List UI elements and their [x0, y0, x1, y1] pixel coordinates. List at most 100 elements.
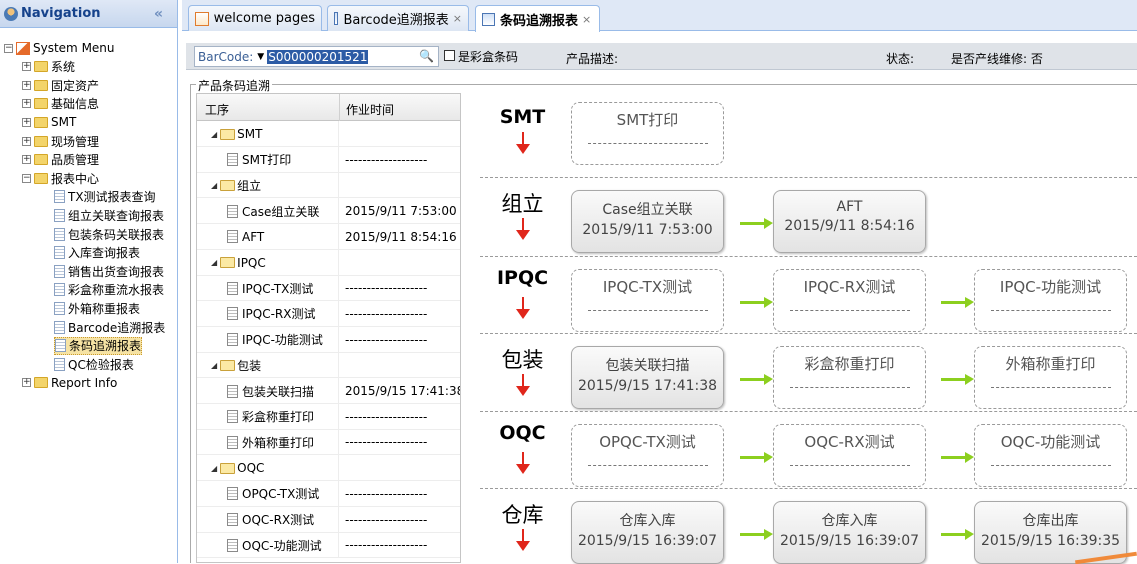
- flow-lane: OQC OPQC-TX测试 OQC-RX测试 OQC-功能测试: [480, 412, 1137, 489]
- flow-lane: IPQC IPQC-TX测试 IPQC-RX测试 IPQC-功能测试: [480, 257, 1137, 334]
- dropdown-arrow-icon[interactable]: ▼: [257, 52, 264, 62]
- step-box[interactable]: SMT打印: [571, 102, 724, 165]
- grid-row[interactable]: ◢ OQC: [197, 455, 460, 482]
- grid-row[interactable]: ◢ 包装: [197, 352, 460, 379]
- step-box[interactable]: 包装关联扫描 2015/9/15 17:41:38: [571, 346, 724, 409]
- grid-row[interactable]: OPQC-TX测试 -------------------: [197, 480, 460, 507]
- expand-arrow-icon[interactable]: ◢: [211, 181, 217, 190]
- step-box[interactable]: IPQC-功能测试: [974, 269, 1127, 332]
- close-icon[interactable]: ×: [582, 13, 591, 26]
- grid-row[interactable]: OQC-RX测试 -------------------: [197, 506, 460, 533]
- tree-report-item[interactable]: 包装条码关联报表: [54, 225, 164, 243]
- tree-report-item[interactable]: 入库查询报表: [54, 244, 140, 262]
- tree-report-item[interactable]: 外箱称重报表: [54, 299, 140, 317]
- tree-report-item[interactable]: TX测试报表查询: [54, 188, 156, 206]
- tree-item[interactable]: + Report Info: [22, 374, 117, 392]
- expand-arrow-icon[interactable]: ◢: [211, 361, 217, 370]
- expand-toggle-icon[interactable]: +: [22, 155, 31, 165]
- expand-toggle-icon[interactable]: +: [22, 99, 31, 109]
- collapse-icon[interactable]: «: [154, 6, 163, 22]
- report-icon: [54, 264, 65, 278]
- grid-row[interactable]: SMT打印 -------------------: [197, 146, 460, 173]
- expand-toggle-icon[interactable]: +: [22, 378, 31, 388]
- grid-cell-process: IPQC-功能测试: [197, 326, 339, 353]
- step-time: [587, 462, 708, 466]
- tree-report-item[interactable]: QC检验报表: [54, 355, 134, 373]
- green-arrow-icon: [740, 374, 773, 385]
- expand-toggle-icon[interactable]: +: [22, 117, 31, 127]
- grid-cell-time: -------------------: [345, 281, 428, 296]
- expand-toggle-icon[interactable]: +: [22, 136, 31, 146]
- grid-row[interactable]: ◢ SMT: [197, 121, 460, 147]
- step-box[interactable]: AFT 2015/9/11 8:54:16: [773, 190, 926, 253]
- column-divider: [339, 94, 340, 121]
- collapse-toggle-icon[interactable]: −: [22, 173, 31, 183]
- tree-report-item[interactable]: 销售出货查询报表: [54, 262, 164, 280]
- grid-row[interactable]: Case组立关联 2015/9/11 7:53:00: [197, 198, 460, 225]
- stage-label: 仓库: [501, 503, 544, 527]
- grid-cell-process: AFT: [197, 223, 339, 250]
- tree-item[interactable]: + SMT: [22, 113, 76, 131]
- tab-code-trace-report[interactable]: 条码追溯报表 ×: [475, 5, 600, 32]
- tree-root[interactable]: − System Menu: [4, 39, 115, 57]
- search-icon[interactable]: 🔍: [419, 49, 434, 63]
- process-name: 彩盒称重打印: [242, 410, 315, 425]
- grid-row[interactable]: IPQC-功能测试 -------------------: [197, 326, 460, 353]
- expand-toggle-icon[interactable]: +: [22, 62, 31, 72]
- col-time-header[interactable]: 作业时间: [346, 101, 394, 118]
- step-time: 2015/9/11 8:54:16: [784, 218, 915, 234]
- step-box[interactable]: 外箱称重打印: [974, 346, 1127, 409]
- step-box[interactable]: OPQC-TX测试: [571, 424, 724, 487]
- tree-report-item[interactable]: 组立关联查询报表: [54, 206, 164, 224]
- step-box[interactable]: 仓库出库 2015/9/15 16:39:35: [974, 501, 1127, 564]
- folder-icon: [220, 128, 236, 140]
- expand-arrow-icon[interactable]: ◢: [211, 130, 217, 139]
- tree-report-item[interactable]: 彩盒称重流水报表: [54, 281, 164, 299]
- grid-row[interactable]: ◢ 组立: [197, 172, 460, 199]
- process-name: OQC-功能测试: [242, 538, 322, 553]
- tree-item[interactable]: + 现场管理: [22, 132, 99, 150]
- collapse-toggle-icon[interactable]: −: [4, 43, 13, 53]
- step-name: IPQC-RX测试: [803, 278, 896, 296]
- grid-row[interactable]: IPQC-RX测试 -------------------: [197, 300, 460, 327]
- tree-item[interactable]: + 基础信息: [22, 95, 99, 113]
- expand-arrow-icon[interactable]: ◢: [211, 464, 217, 473]
- barcode-value[interactable]: S000000201521: [267, 49, 369, 64]
- tree-report-item[interactable]: Barcode追溯报表: [54, 318, 165, 336]
- step-box[interactable]: IPQC-RX测试: [773, 269, 926, 332]
- step-box[interactable]: 彩盒称重打印: [773, 346, 926, 409]
- step-box[interactable]: Case组立关联 2015/9/11 7:53:00: [571, 190, 724, 253]
- step-box[interactable]: OQC-RX测试: [773, 424, 926, 487]
- col-process-header[interactable]: 工序: [205, 101, 229, 118]
- tree-item[interactable]: + 品质管理: [22, 151, 99, 169]
- grid-row[interactable]: 外箱称重打印 -------------------: [197, 429, 460, 456]
- grid-cell-time: 2015/9/11 7:53:00: [345, 204, 457, 219]
- color-box-checkbox[interactable]: [444, 50, 455, 61]
- expand-toggle-icon[interactable]: +: [22, 80, 31, 90]
- grid-row[interactable]: IPQC-TX测试 -------------------: [197, 275, 460, 302]
- expand-arrow-icon[interactable]: ◢: [211, 258, 217, 267]
- grid-row[interactable]: 包装关联扫描 2015/9/15 17:41:38: [197, 378, 460, 404]
- grid-row[interactable]: OQC-功能测试 -------------------: [197, 532, 460, 559]
- fieldset-legend: 产品条码追溯: [196, 77, 273, 94]
- grid-row[interactable]: AFT 2015/9/11 8:54:16: [197, 223, 460, 250]
- tree-item[interactable]: + 固定资产: [22, 76, 99, 94]
- step-name: 仓库出库: [1022, 513, 1079, 529]
- step-box[interactable]: IPQC-TX测试: [571, 269, 724, 332]
- tab-barcode-trace[interactable]: Barcode追溯报表 ×: [327, 5, 469, 31]
- step-box[interactable]: OQC-功能测试: [974, 424, 1127, 487]
- step-box[interactable]: 仓库入库 2015/9/15 16:39:07: [571, 501, 724, 564]
- step-box[interactable]: 仓库入库 2015/9/15 16:39:07: [773, 501, 926, 564]
- stage-label: IPQC: [496, 267, 549, 289]
- tree-item[interactable]: + 系统: [22, 58, 75, 76]
- tree-item[interactable]: − 报表中心: [22, 169, 99, 187]
- step-name: OQC-功能测试: [1000, 433, 1101, 451]
- report-icon: [334, 12, 339, 25]
- tab-welcome-pages[interactable]: welcome pages: [188, 5, 322, 31]
- grid-row[interactable]: ◢ IPQC: [197, 249, 460, 276]
- tree-report-item[interactable]: 条码追溯报表: [54, 336, 143, 355]
- close-icon[interactable]: ×: [453, 12, 462, 25]
- navigation-header: Navigation «: [0, 0, 177, 28]
- barcode-input[interactable]: BarCode: ▼ S000000201521 🔍: [194, 46, 439, 67]
- grid-row[interactable]: 彩盒称重打印 -------------------: [197, 403, 460, 430]
